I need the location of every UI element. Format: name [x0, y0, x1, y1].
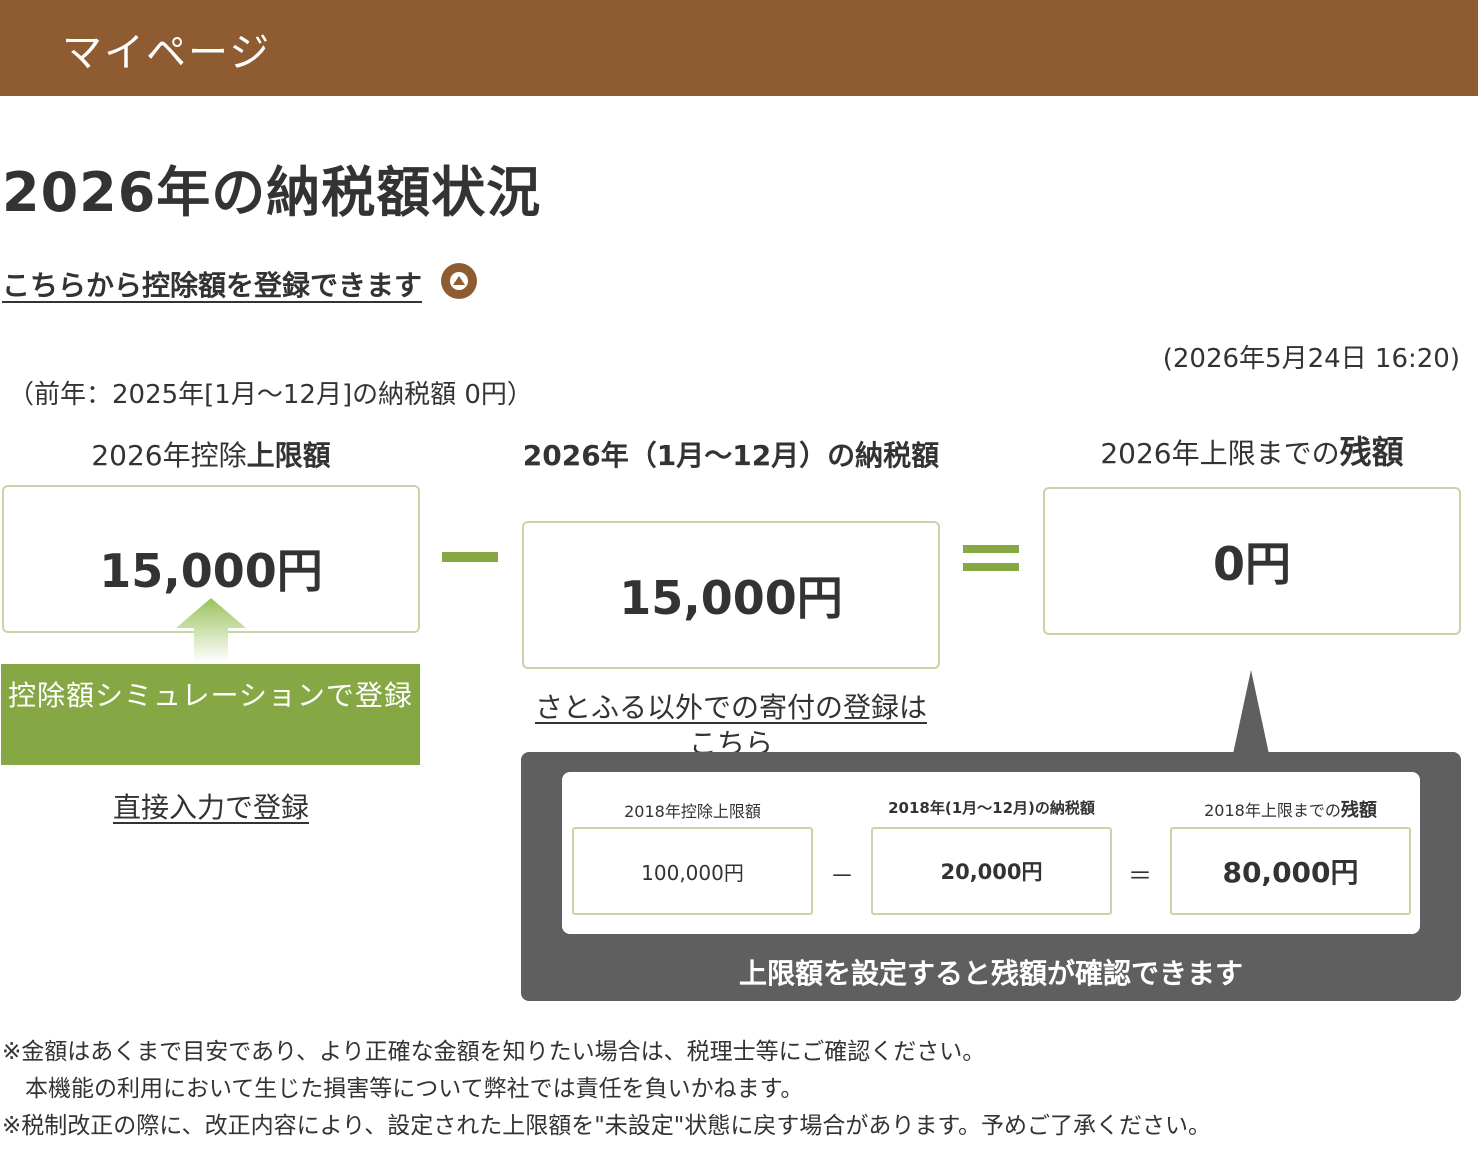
- simulation-register-button[interactable]: 控除額シミュレーションで登録: [1, 664, 420, 765]
- direct-input-link[interactable]: 直接入力で登録: [2, 786, 420, 826]
- example-remaining-label-prefix: 2018年上限までの: [1204, 801, 1341, 820]
- updated-timestamp: (2026年5月24日 16:20): [1162, 344, 1460, 374]
- example-remaining-label-bold: 残額: [1340, 800, 1377, 821]
- remaining-value: 0円: [1212, 537, 1291, 591]
- previous-year-tax: （前年：2025年[1月～12月]の納税額 0円）: [8, 380, 533, 410]
- remaining-label-bold: 残額: [1339, 433, 1404, 471]
- remaining-label: 2026年上限までの残額: [1043, 434, 1461, 472]
- example-minus-sign: －: [830, 862, 854, 890]
- equals-sign-top: [963, 545, 1019, 553]
- tax-amount-box: 15,000円: [522, 521, 940, 669]
- example-remaining-box: 80,000円: [1170, 827, 1411, 915]
- minus-sign: [442, 552, 498, 562]
- example-limit-box: 100,000円: [572, 827, 813, 915]
- example-remaining-label: 2018年上限までの残額: [1170, 796, 1411, 822]
- example-limit-label: 2018年控除上限額: [624, 802, 761, 821]
- equals-sign-bottom: [963, 563, 1019, 571]
- example-equals-sign: ＝: [1128, 862, 1152, 890]
- note-line: ※税制改正の際に、改正内容により、設定された上限額を"未設定"状態に戻す場合があ…: [2, 1113, 1212, 1139]
- page-title: 2026年の納税額状況: [2, 161, 542, 224]
- tax-amount-label: 2026年（1月～12月）の納税額: [522, 439, 940, 472]
- example-remaining-value: 80,000円: [1222, 856, 1359, 889]
- tax-amount-value: 15,000円: [619, 571, 843, 625]
- example-tax-value: 20,000円: [940, 860, 1043, 884]
- note-line: ※金額はあくまで目安であり、より正確な金額を知りたい場合は、税理士等にご確認くだ…: [2, 1039, 986, 1065]
- header-title: マイページ: [62, 30, 272, 76]
- deduction-limit-value: 15,000円: [99, 544, 323, 598]
- arrow-up-circle-icon[interactable]: [441, 263, 477, 299]
- deduction-limit-label-bold: 上限額: [246, 439, 331, 472]
- disclaimer-notes: ※金額はあくまで目安であり、より正確な金額を知りたい場合は、税理士等にご確認くだ…: [2, 1034, 1211, 1145]
- remaining-label-prefix: 2026年上限までの: [1100, 437, 1340, 470]
- tooltip-pointer: [1233, 670, 1269, 754]
- example-tax-label: 2018年(1月～12月)の納税額: [888, 799, 1095, 817]
- note-line: 本機能の利用において生じた損害等について弊社では責任を負いかねます。: [2, 1076, 804, 1102]
- register-deduction-link[interactable]: こちらから控除額を登録できます: [2, 264, 422, 304]
- page-header: マイページ: [0, 0, 1478, 96]
- deduction-limit-label: 2026年控除上限額: [2, 438, 420, 474]
- remaining-box: 0円: [1043, 487, 1461, 635]
- example-limit-value: 100,000円: [641, 860, 744, 885]
- green-arrow-up-icon: [176, 598, 246, 662]
- example-tax-box: 20,000円: [871, 827, 1112, 915]
- tooltip-caption: 上限額を設定すると残額が確認できます: [738, 957, 1243, 990]
- deduction-limit-label-prefix: 2026年控除: [91, 439, 247, 472]
